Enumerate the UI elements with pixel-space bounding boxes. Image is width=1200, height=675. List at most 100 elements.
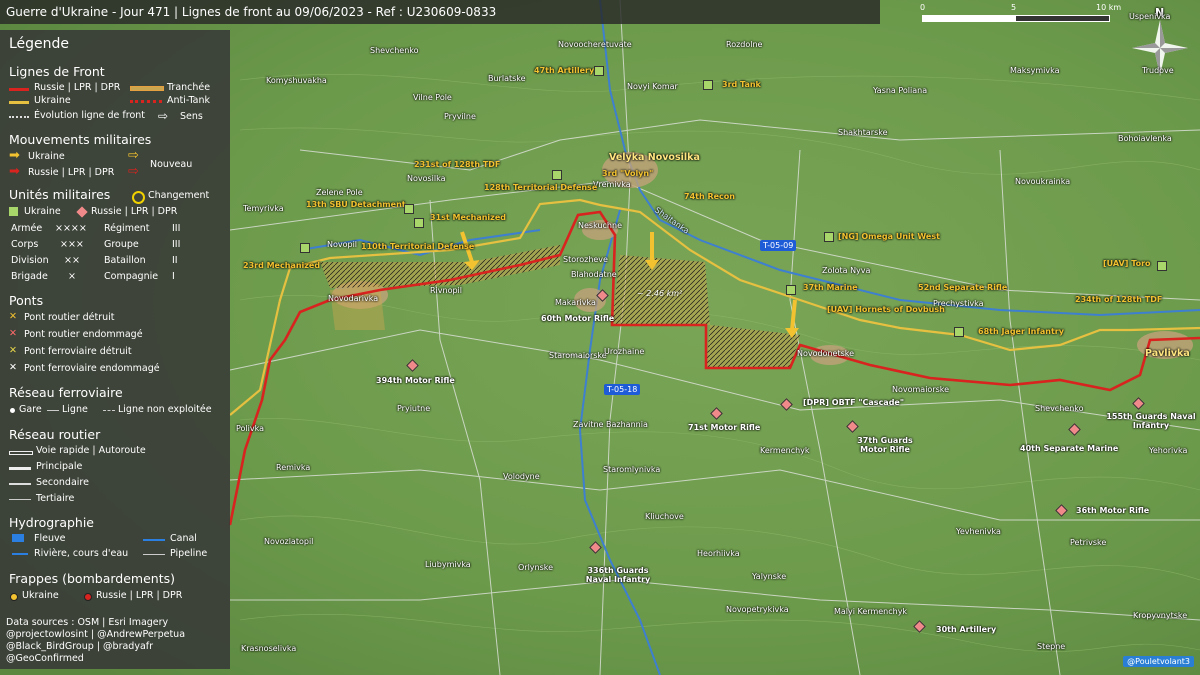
ru-unit-label: 394th Motor Rifle <box>376 376 455 385</box>
town-label-major: Velyka Novosilka <box>609 152 700 163</box>
town-label: Volodyne <box>503 472 540 481</box>
legend-bridge-0: Pont routier détruit <box>24 312 115 323</box>
legend-hydro-river: Rivière, cours d'eau <box>34 548 129 559</box>
town-label: Kliuchove <box>645 512 684 521</box>
ua-unit-label: 13th SBU Detachment <box>306 200 406 209</box>
town-label: Urozhaine <box>604 347 645 356</box>
town-label: Polivka <box>236 424 265 433</box>
unit-row-1-left: Corps <box>11 239 39 250</box>
town-label: Blahodatne <box>571 270 617 279</box>
legend-units-header: Unités militaires <box>9 187 111 202</box>
town-label: Novyi Komar <box>627 82 678 91</box>
town-label: Vilne Pole <box>413 93 452 102</box>
town-label: Zavitne Bazhannia <box>573 420 648 429</box>
town-label-major: Pavlivka <box>1145 348 1190 359</box>
ua-unit-label: 128th Territorial Defense <box>484 183 598 192</box>
town-label: Novoukrainka <box>1015 177 1071 186</box>
legend-rail-station: Gare <box>19 404 42 415</box>
tertiary-road-swatch <box>9 499 31 500</box>
ua-unit-label: 74th Recon <box>684 192 735 201</box>
ua-strike-dot-icon <box>10 593 18 601</box>
town-label: Staromaiorske <box>549 351 607 360</box>
town-label: Maksymivka <box>1010 66 1060 75</box>
ua-unit-marker[interactable] <box>300 243 310 253</box>
ua-unit-marker[interactable] <box>703 80 713 90</box>
town-label: Komyshuvakha <box>266 76 327 85</box>
legend-strikes-header: Frappes (bombardements) <box>9 571 175 586</box>
legend-roads-header: Réseau routier <box>9 427 101 442</box>
river-swatch <box>12 553 28 555</box>
unit-row-1-right-sym: III <box>172 239 181 250</box>
town-label: Rivnopil <box>430 286 463 295</box>
ua-unit-label: 31st Mechanized <box>430 213 506 222</box>
town-label: Orlynske <box>518 563 554 572</box>
scale-bar: 0 5 10 km <box>918 2 1128 24</box>
ru-unit-label: 40th Separate Marine <box>1020 444 1119 453</box>
legend-move-russia: Russie | LPR | DPR <box>28 167 115 178</box>
town-label: Novopetrykivka <box>726 605 789 614</box>
new-move-ua-icon: ⇨ <box>128 148 139 163</box>
ua-unit-marker[interactable] <box>414 218 424 228</box>
town-label: Stepne <box>1037 642 1066 651</box>
town-label: Novomaiorske <box>892 385 950 394</box>
legend-title: Légende <box>9 36 70 52</box>
legend-road-3: Tertiaire <box>36 493 75 504</box>
sources-line-1: @projectowlosint | @AndrewPerpetua <box>6 629 186 640</box>
town-label: Zelene Pole <box>316 188 363 197</box>
town-label: Zolota Nyva <box>822 266 871 275</box>
ua-unit-marker[interactable] <box>1157 261 1167 271</box>
ua-unit-marker[interactable] <box>552 170 562 180</box>
ua-unit-marker[interactable] <box>954 327 964 337</box>
trench-swatch <box>130 86 164 91</box>
unit-row-0-left: Armée <box>11 223 43 234</box>
legend-hydro-river-big: Fleuve <box>34 533 66 544</box>
legend-bridge-1: Pont routier endommagé <box>24 329 143 340</box>
town-label: Novodarivka <box>328 294 379 303</box>
ua-unit-marker[interactable] <box>786 285 796 295</box>
ua-unit-square-icon <box>9 207 18 216</box>
road-bridge-destroyed-icon: ✕ <box>9 311 17 322</box>
legend-rail-unused: Ligne non exploitée <box>118 404 212 415</box>
ua-unit-marker[interactable] <box>404 204 414 214</box>
ru-unit-label: 36th Motor Rifle <box>1076 506 1150 515</box>
area-measure-label: ~ 2.46 km² <box>637 289 683 298</box>
road-badge-t0509: T-05-09 <box>760 240 797 251</box>
russia-move-arrow-icon: ➡ <box>9 164 20 179</box>
station-dot-icon <box>10 408 15 413</box>
ukraine-line-swatch <box>9 101 29 104</box>
ua-unit-marker[interactable] <box>594 66 604 76</box>
town-label: Shevchenko <box>1035 404 1084 413</box>
town-label: Bohoiavlenka <box>1118 134 1172 143</box>
ua-unit-label: 3rd Tank <box>722 80 761 89</box>
ua-unit-label: 231st of 128th TDF <box>414 160 501 169</box>
town-label: Novopil <box>327 240 358 249</box>
ua-unit-label: [UAV] Toro <box>1103 259 1151 268</box>
russia-line-swatch <box>9 88 29 91</box>
antitank-swatch <box>130 100 162 103</box>
ru-unit-label: 71st Motor Rifle <box>688 423 761 432</box>
ua-unit-label: 68th Jager Infantry <box>978 327 1064 336</box>
ru-unit-diamond-icon <box>76 206 88 218</box>
town-label: Novoocheretuvate <box>558 40 632 49</box>
map-title: Guerre d'Ukraine - Jour 471 | Lignes de … <box>0 0 880 24</box>
town-label: Trudove <box>1142 66 1174 75</box>
road-bridge-damaged-icon: ✕ <box>9 328 17 339</box>
town-label: Novozlatopil <box>264 537 314 546</box>
scale-label-0: 0 <box>920 3 926 12</box>
legend-move-new: Nouveau <box>150 159 193 170</box>
legend-road-2: Secondaire <box>36 477 89 488</box>
ua-unit-label: 52nd Separate Rifle <box>918 283 1008 292</box>
ru-unit-label: 60th Motor Rifle <box>541 314 615 323</box>
town-label: Novodonetske <box>797 349 855 358</box>
ua-unit-marker[interactable] <box>824 232 834 242</box>
town-label: Burlatske <box>488 74 526 83</box>
legend-road-0: Voie rapide | Autoroute <box>36 445 146 456</box>
town-label: Yehorivka <box>1149 446 1188 455</box>
town-label: Kropyvnytske <box>1133 611 1188 620</box>
legend-front-russia: Russie | LPR | DPR <box>34 82 121 93</box>
town-label: Makarivka <box>555 298 596 307</box>
legend-front-ukraine: Ukraine <box>34 95 71 106</box>
unit-row-0-left-sym: ×××× <box>55 223 87 234</box>
unit-row-2-right: Bataillon <box>104 255 146 266</box>
town-label: Petrivske <box>1070 538 1107 547</box>
